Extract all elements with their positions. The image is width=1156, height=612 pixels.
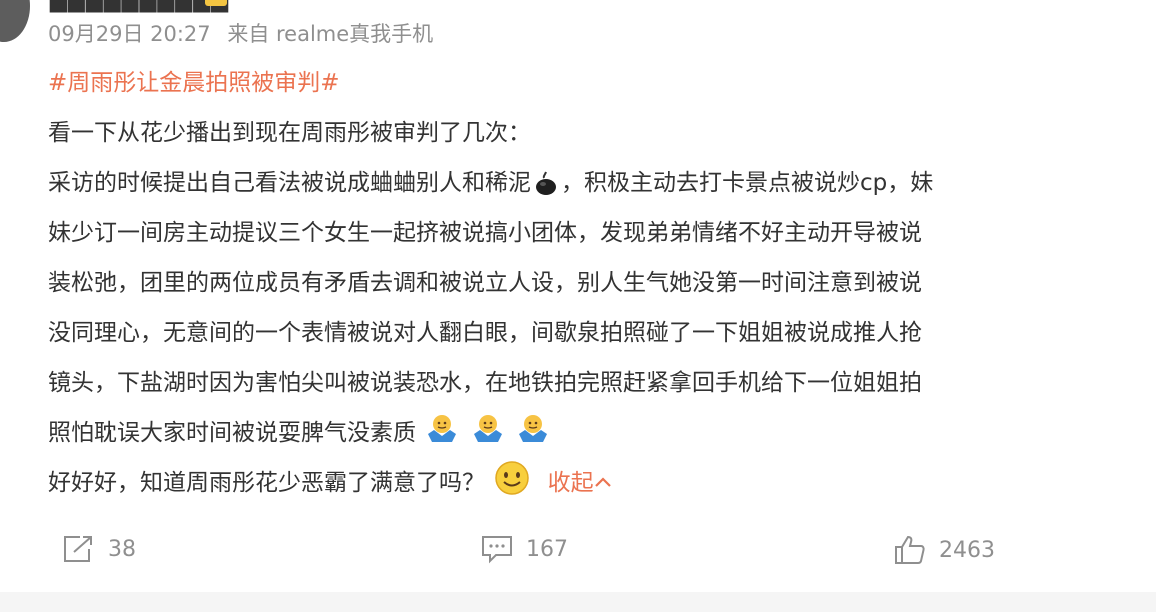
post-line-2: 采访的时候提出自己看法被说成蛐蛐别人和稀泥 [48,170,531,196]
shrug-emoji-icon [425,412,459,464]
post-line-5: 没同理心，无意间的一个表情被说对人翻白眼，间歇泉拍照碰了一下姐姐被说成推人抢 [48,320,922,346]
hashtag-link[interactable]: #周雨彤让金晨拍照被审判# [48,70,340,96]
post-line-7: 照怕耽误大家时间被说耍脾气没素质 [48,420,416,446]
collapse-link[interactable]: 收起 [548,470,612,496]
comment-button[interactable]: 167 [480,534,568,564]
like-count: 2463 [939,537,995,563]
post-timestamp[interactable]: 09月29日 20:27 [48,22,211,46]
repost-count: 38 [108,536,136,562]
smile-emoji-icon [494,460,530,514]
post-line-3: 妹少订一间房主动提议三个女生一起挤被说搞小团体，发现弟弟情绪不好主动开导被说 [48,220,922,246]
post-source: 来自 realme真我手机 [227,22,434,46]
username-cropped[interactable]: ██████████ [50,0,229,13]
chevron-up-icon [594,470,612,496]
collapse-label: 收起 [547,470,594,496]
vip-badge-icon [205,0,227,6]
avatar[interactable] [0,0,30,42]
post-content: #周雨彤让金晨拍照被审判# 看一下从花少播出到现在周雨彤被审判了几次： 采访的时… [48,58,1128,508]
post-line-6: 镜头，下盐湖时因为害怕尖叫被说装恐水，在地铁拍完照赶紧拿回手机给下一位姐姐拍 [48,370,922,396]
post-line-1: 看一下从花少播出到现在周雨彤被审判了几次： [48,120,531,146]
post-line-8: 好好好，知道周雨彤花少恶霸了满意了吗？ [48,470,485,496]
post-meta: 09月29日 20:27 来自 realme真我手机 [48,18,443,48]
repost-icon [62,534,96,564]
shrug-emoji-icon [471,412,505,464]
repost-button[interactable]: 38 [62,534,136,564]
bottom-divider [0,592,1156,612]
comment-icon [480,534,514,564]
mud-emoji-icon [533,164,559,214]
thumbs-up-icon [893,534,927,566]
post-line-4: 装松弛，团里的两位成员有矛盾去调和被说立人设，别人生气她没第一时间注意到被说 [48,270,922,296]
shrug-emoji-icon [516,412,550,464]
post-line-2b: ，积极主动去打卡景点被说炒cp，妹 [561,170,934,196]
comment-count: 167 [526,536,568,562]
like-button[interactable]: 2463 [893,534,995,566]
post-actions-bar: 38 167 2463 [0,520,1156,580]
